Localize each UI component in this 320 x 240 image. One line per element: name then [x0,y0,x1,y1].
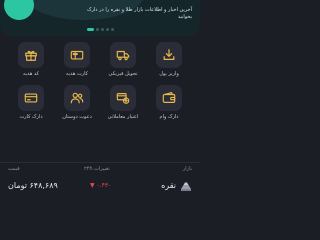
wallet-icon [162,92,176,103]
tile-deposit[interactable]: واریز پول [146,42,192,82]
banner-dot[interactable] [86,28,94,31]
tile-icon-box [110,42,136,68]
credit-icon [116,93,130,104]
banner-text: آخرین اخبار و اطلاعات بازار طلا و نقره ر… [87,7,192,20]
market-change: ▼ ۰.۴۳- [90,182,111,189]
banner-dot[interactable] [95,28,99,31]
banner-dot[interactable] [100,28,104,31]
news-banner[interactable]: آخرین اخبار و اطلاعات بازار طلا و نقره ر… [0,0,200,36]
brand-logo [4,0,34,20]
tile-label: دارک وام [159,114,179,120]
tile-icon-box [110,85,136,111]
tile-label: کد هدیه [23,71,39,77]
tile-dark-card[interactable]: دارک کارت [8,85,54,125]
tile-icon-box [64,85,90,111]
invite-friends-icon [70,92,84,104]
section-divider [0,162,200,163]
tile-physical-delivery[interactable]: تحویل فیزیکی [100,42,146,82]
header-price: قیمت [8,166,20,172]
tile-icon-box [64,42,90,68]
market-name: نقره [161,181,176,190]
silver-icon [181,182,191,191]
tile-icon-box [156,42,182,68]
gift-box-icon [25,50,37,61]
tile-icon-box [18,42,44,68]
tile-gift-code[interactable]: کد هدیه [8,42,54,82]
tile-icon-box [18,85,44,111]
banner-pagination [0,28,200,31]
home-screen: آخرین اخبار و اطلاعات بازار طلا و نقره ر… [0,0,200,200]
delivery-truck-icon [116,50,130,61]
tile-invite-friends[interactable]: دعوت دوستان [54,85,100,125]
gift-card-icon [70,50,84,60]
tile-gift-card[interactable]: کارت هدیه [54,42,100,82]
header-market: بازار [182,166,192,172]
tile-label: دعوت دوستان [62,114,92,120]
download-tray-icon [163,49,175,60]
market-row-silver[interactable]: نقره ▼ ۰.۴۳- ۶۴۸,۶۸۹ تومان [8,180,192,196]
tile-label: کارت هدیه [66,71,88,77]
tile-label: واریز پول [159,71,179,77]
tile-label: دارک کارت [19,114,43,120]
banner-dot[interactable] [105,28,109,31]
banner-dot[interactable] [110,28,114,31]
feature-grid: واریز پول تحویل فیزیکی کارت هدیه کد هدیه… [8,42,192,125]
market-table-header: بازار تغییرات ۲۴h قیمت [8,166,192,176]
header-change-24h: تغییرات ۲۴h [84,166,110,172]
tile-label: تحویل فیزیکی [108,71,138,77]
tile-trading-credit[interactable]: اعتبار معاملاتی [100,85,146,125]
tile-dark-loan[interactable]: دارک وام [146,85,192,125]
tile-icon-box [156,85,182,111]
tile-label: اعتبار معاملاتی [107,114,139,120]
dark-card-icon [24,93,38,103]
market-price: ۶۴۸,۶۸۹ تومان [8,181,58,190]
